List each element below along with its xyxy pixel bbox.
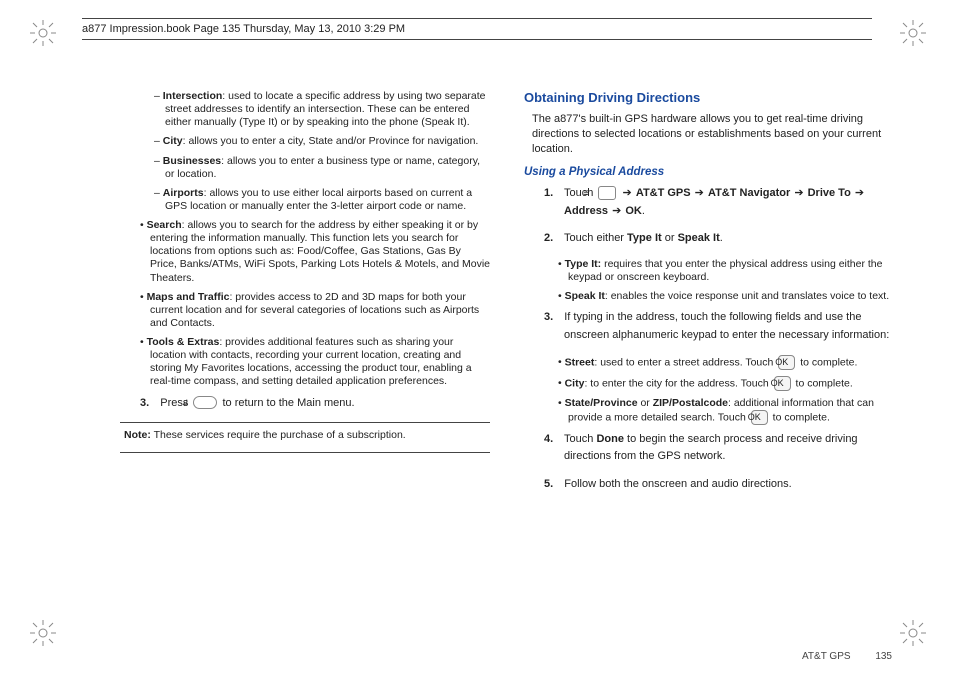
item-label-typeit: Type It: bbox=[565, 258, 602, 270]
nav-path: AT&T GPS bbox=[636, 187, 694, 199]
step-text: or bbox=[665, 232, 678, 244]
list-item: State/Province or ZIP/Postalcode: additi… bbox=[558, 397, 894, 425]
nav-path: AT&T Navigator bbox=[708, 187, 793, 199]
item-text: or bbox=[638, 397, 653, 409]
item-text: : allows you to search for the address b… bbox=[150, 219, 490, 284]
decoration-bottom-left bbox=[28, 618, 58, 648]
list-item: Speak It: enables the voice response uni… bbox=[558, 290, 894, 303]
ok-key-icon: OK bbox=[774, 376, 791, 391]
item-label-city: City bbox=[163, 135, 183, 147]
step-3-left: 3. Press to return to the Main menu. bbox=[140, 395, 490, 413]
back-key-icon bbox=[193, 396, 217, 409]
step-text: If typing in the address, touch the foll… bbox=[564, 311, 889, 341]
list-item: Search: allows you to search for the add… bbox=[140, 219, 490, 285]
item-label-city: City bbox=[565, 377, 585, 389]
item-label-zip: ZIP/Postalcode bbox=[653, 397, 728, 409]
step-2: 2. Touch either Type It or Speak It. bbox=[544, 230, 894, 248]
ok-key-icon: OK bbox=[778, 355, 795, 370]
arrow-icon: ➔ bbox=[694, 187, 705, 199]
list-item: Airports: allows you to use either local… bbox=[154, 187, 490, 213]
decoration-top-left bbox=[28, 18, 58, 48]
item-text: : used to enter a street address. Touch bbox=[594, 356, 776, 368]
list-item: City: allows you to enter a city, State … bbox=[154, 135, 490, 148]
step-end: . bbox=[642, 205, 645, 217]
nav-path: Address bbox=[564, 205, 611, 217]
item-text: : allows you to use either local airport… bbox=[165, 187, 472, 212]
item-text: : enables the voice response unit and tr… bbox=[605, 290, 889, 302]
note-block: Note: These services require the purchas… bbox=[124, 429, 490, 442]
decoration-top-right bbox=[898, 18, 928, 48]
page-header-metadata: a877 Impression.book Page 135 Thursday, … bbox=[82, 18, 872, 40]
item-text: to complete. bbox=[793, 377, 853, 389]
step-text: Touch bbox=[564, 433, 596, 445]
divider bbox=[120, 422, 490, 423]
footer-section: AT&T GPS bbox=[802, 651, 851, 662]
item-label-state: State/Province bbox=[565, 397, 638, 409]
item-label-street: Street bbox=[565, 356, 595, 368]
item-text: : to enter the city for the address. Tou… bbox=[584, 377, 771, 389]
step-text: Touch bbox=[564, 187, 596, 199]
divider bbox=[120, 452, 490, 453]
item-label-intersection: Intersection bbox=[163, 90, 223, 102]
step-number: 3. bbox=[544, 311, 553, 323]
list-item: Type It: requires that you enter the phy… bbox=[558, 258, 894, 284]
arrow-icon: ➔ bbox=[793, 187, 804, 199]
item-label-tools: Tools & Extras bbox=[147, 336, 220, 348]
item-text: to complete. bbox=[770, 411, 830, 423]
item-label-airports: Airports bbox=[163, 187, 204, 199]
list-item: Intersection: used to locate a specific … bbox=[154, 90, 490, 129]
section-title: Obtaining Driving Directions bbox=[524, 90, 894, 106]
intro-paragraph: The a877's built-in GPS hardware allows … bbox=[532, 112, 894, 157]
page-footer: AT&T GPS 135 bbox=[802, 651, 892, 662]
subsection-title: Using a Physical Address bbox=[524, 165, 894, 179]
list-item: Maps and Traffic: provides access to 2D … bbox=[140, 291, 490, 330]
item-label-search: Search bbox=[147, 219, 182, 231]
menu-key-icon bbox=[598, 186, 616, 200]
step-number: 1. bbox=[544, 187, 553, 199]
note-text: These services require the purchase of a… bbox=[151, 429, 406, 441]
list-item: Street: used to enter a street address. … bbox=[558, 355, 894, 370]
arrow-icon: ➔ bbox=[622, 187, 633, 199]
step-number: 2. bbox=[544, 232, 553, 244]
option-label: Speak It bbox=[678, 232, 720, 244]
note-label: Note: bbox=[124, 429, 151, 441]
item-text: requires that you enter the physical add… bbox=[568, 258, 883, 283]
option-label: Type It bbox=[627, 232, 662, 244]
step-end: . bbox=[720, 232, 723, 244]
step-3: 3. If typing in the address, touch the f… bbox=[544, 309, 894, 344]
footer-page-number: 135 bbox=[875, 651, 892, 662]
step-number: 5. bbox=[544, 478, 553, 490]
step-number: 3. bbox=[140, 397, 149, 409]
arrow-icon: ➔ bbox=[854, 187, 865, 199]
item-label-businesses: Businesses bbox=[163, 155, 221, 167]
left-column: Intersection: used to locate a specific … bbox=[120, 90, 490, 644]
list-item: Businesses: allows you to enter a busine… bbox=[154, 155, 490, 181]
ok-key-icon: OK bbox=[751, 410, 768, 425]
step-4: 4. Touch Done to begin the search proces… bbox=[544, 431, 894, 466]
step-text: Follow both the onscreen and audio direc… bbox=[564, 478, 791, 490]
nav-path: Drive To bbox=[808, 187, 854, 199]
item-text: : allows you to enter a city, State and/… bbox=[183, 135, 479, 147]
arrow-icon: ➔ bbox=[611, 205, 622, 217]
step-5: 5. Follow both the onscreen and audio di… bbox=[544, 476, 894, 494]
item-label-speakit: Speak It bbox=[565, 290, 605, 302]
step-text-after: to return to the Main menu. bbox=[223, 397, 355, 409]
decoration-bottom-right bbox=[898, 618, 928, 648]
option-label: Done bbox=[596, 433, 624, 445]
item-label-maps: Maps and Traffic bbox=[147, 291, 230, 303]
step-text: Touch either bbox=[564, 232, 627, 244]
step-1: 1. Touch ➔ AT&T GPS ➔ AT&T Navigator ➔ D… bbox=[544, 185, 894, 220]
page-content: Intersection: used to locate a specific … bbox=[120, 90, 894, 644]
right-column: Obtaining Driving Directions The a877's … bbox=[524, 90, 894, 644]
step-number: 4. bbox=[544, 433, 553, 445]
list-item: City: to enter the city for the address.… bbox=[558, 376, 894, 391]
nav-path: OK bbox=[625, 205, 642, 217]
list-item: Tools & Extras: provides additional feat… bbox=[140, 336, 490, 389]
item-text: to complete. bbox=[797, 356, 857, 368]
